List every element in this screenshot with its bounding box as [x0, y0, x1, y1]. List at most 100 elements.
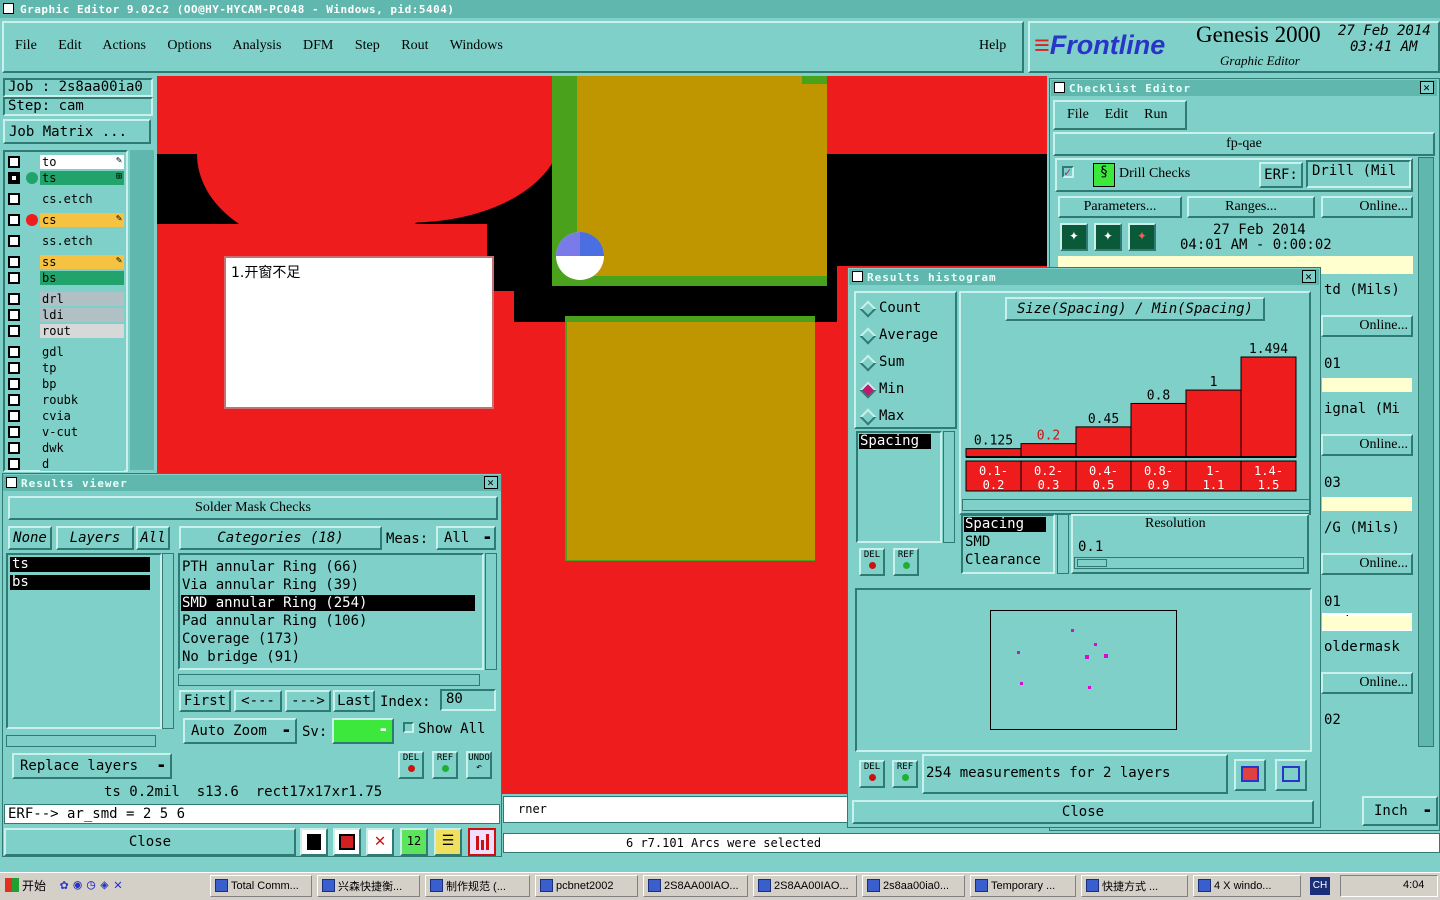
online-button[interactable]: Online...: [1321, 434, 1413, 456]
online-button-1[interactable]: Online...: [1321, 196, 1413, 218]
layer-checkbox[interactable]: [8, 458, 20, 470]
menu-step[interactable]: Step: [355, 38, 380, 53]
layer-checkbox[interactable]: [8, 172, 20, 184]
layer-name[interactable]: v-cut: [40, 425, 124, 439]
job-matrix-button[interactable]: Job Matrix ...: [3, 119, 151, 144]
layer-row-rout[interactable]: rout: [6, 324, 124, 338]
layer-row-tp[interactable]: tp: [6, 361, 124, 375]
online-button[interactable]: Online...: [1321, 553, 1413, 575]
histogram-bar[interactable]: [1020, 443, 1077, 458]
menu-edit[interactable]: Edit: [58, 38, 81, 53]
categories-hscroll[interactable]: [178, 674, 480, 686]
histogram-bar[interactable]: [1185, 389, 1242, 458]
menu-dfm[interactable]: DFM: [303, 38, 333, 53]
results-viewer-close-button[interactable]: Close: [4, 828, 296, 856]
histogram-hscroll[interactable]: [962, 499, 1310, 511]
histogram-bar[interactable]: [1130, 402, 1187, 458]
parameters-button[interactable]: Parameters...: [1058, 196, 1182, 218]
menu-rout[interactable]: Rout: [401, 38, 428, 53]
layers-header-button[interactable]: Layers: [56, 526, 134, 550]
category-item[interactable]: No bridge (91): [181, 649, 475, 665]
del-button[interactable]: DEL: [398, 751, 424, 779]
menu-analysis[interactable]: Analysis: [233, 38, 282, 53]
histogram-del-button[interactable]: DEL: [859, 760, 885, 788]
histogram-ref-button-top[interactable]: REF: [893, 548, 919, 576]
category-item[interactable]: Pad annular Ring (106): [181, 613, 475, 629]
auto-zoom-dropdown[interactable]: Auto Zoom ▬: [183, 718, 297, 744]
taskbar-item[interactable]: 制作规范 (...: [425, 875, 530, 897]
layer-row-ss[interactable]: ss ✎: [6, 255, 124, 269]
window-menu-icon[interactable]: [6, 477, 17, 488]
first-button[interactable]: First: [179, 690, 231, 712]
replace-layers-dropdown[interactable]: Replace layers ▬: [12, 753, 172, 779]
layer-name[interactable]: rout: [40, 324, 124, 338]
window-menu-icon[interactable]: [1054, 82, 1065, 93]
last-button[interactable]: Last: [333, 690, 375, 712]
undo-button[interactable]: UNDO ↶: [466, 751, 492, 779]
layer-name[interactable]: tp: [40, 361, 124, 375]
ranges-button[interactable]: Ranges...: [1187, 196, 1315, 218]
checklist-entry[interactable]: 01: [1322, 593, 1412, 611]
layer-name[interactable]: roubk: [40, 393, 124, 407]
layer-row-drl[interactable]: drl: [6, 292, 124, 306]
preview-board[interactable]: [990, 610, 1177, 730]
menu-help[interactable]: Help: [979, 38, 1006, 54]
none-button[interactable]: None: [8, 526, 52, 550]
layer-name[interactable]: ldi: [40, 308, 124, 322]
layer-name[interactable]: bs: [40, 271, 124, 285]
layer-checkbox[interactable]: [8, 156, 20, 168]
close-icon[interactable]: ✕: [484, 476, 498, 489]
ref-button[interactable]: REF: [432, 751, 458, 779]
layer-row-v-cut[interactable]: v-cut: [6, 425, 124, 439]
categories-scrollbar[interactable]: [485, 553, 497, 670]
layer-name[interactable]: ss.etch: [40, 234, 124, 248]
show-all-checkbox[interactable]: [403, 722, 414, 733]
numbering-icon[interactable]: 12: [400, 828, 428, 856]
type-item[interactable]: Clearance: [964, 553, 1052, 568]
layer-checkbox[interactable]: [8, 293, 20, 305]
layer-name[interactable]: gdl: [40, 345, 124, 359]
layer-checkbox[interactable]: [8, 426, 20, 438]
layer-name[interactable]: cs.etch: [40, 192, 124, 206]
histogram-icon[interactable]: [468, 828, 496, 856]
taskbar-item[interactable]: 2s8aa00ia0...: [862, 875, 965, 897]
zoom-selected-icon[interactable]: [1234, 759, 1266, 791]
layer-row-ldi[interactable]: ldi: [6, 308, 124, 322]
layer-checkbox[interactable]: [8, 410, 20, 422]
category-item[interactable]: PTH annular Ring (66): [181, 559, 475, 575]
run-icon[interactable]: ✦: [1060, 223, 1088, 251]
sv-color-dropdown[interactable]: ▬: [332, 718, 394, 744]
layer-results-hscroll[interactable]: [6, 735, 156, 747]
layer-checkbox[interactable]: [8, 442, 20, 454]
layer-row-cs[interactable]: cs ✎: [6, 213, 124, 227]
layer-name[interactable]: ts: [40, 171, 124, 185]
checklist-entry[interactable]: 01: [1322, 355, 1412, 373]
taskbar-item[interactable]: 2S8AA00IAO...: [643, 875, 748, 897]
taskbar-item[interactable]: Total Comm...: [210, 875, 312, 897]
layer-row-bp[interactable]: bp: [6, 377, 124, 391]
type-item[interactable]: Spacing: [964, 517, 1046, 532]
layer-result-ts[interactable]: ts: [10, 557, 150, 572]
window-menu-icon[interactable]: [852, 271, 863, 282]
layer-checkbox[interactable]: [8, 193, 20, 205]
layer-checkbox[interactable]: [8, 325, 20, 337]
layer-list-scrollbar[interactable]: [130, 150, 154, 470]
layer-row-gdl[interactable]: gdl: [6, 345, 124, 359]
close-icon[interactable]: ✕: [1420, 81, 1434, 94]
field-item-spacing[interactable]: Spacing: [859, 434, 931, 449]
layer-row-ts[interactable]: ts ⊞: [6, 171, 124, 185]
checklist-vscroll[interactable]: [1418, 157, 1434, 747]
histogram-ref-button[interactable]: REF: [892, 760, 918, 788]
online-button[interactable]: Online...: [1321, 315, 1413, 337]
layer-name[interactable]: cs: [40, 213, 124, 227]
layer-row-d[interactable]: d: [6, 457, 124, 471]
layer-name[interactable]: dwk: [40, 441, 124, 455]
export-icon[interactable]: [333, 828, 361, 856]
type-list-scrollbar[interactable]: [1057, 514, 1069, 574]
layer-row-ss-etch[interactable]: ss.etch: [6, 234, 124, 248]
layer-row-bs[interactable]: bs: [6, 271, 124, 285]
layer-name[interactable]: cvia: [40, 409, 124, 423]
station-icon[interactable]: [300, 828, 328, 856]
checklist-entry[interactable]: oldermask: [1322, 638, 1412, 656]
layer-checkbox[interactable]: [8, 346, 20, 358]
